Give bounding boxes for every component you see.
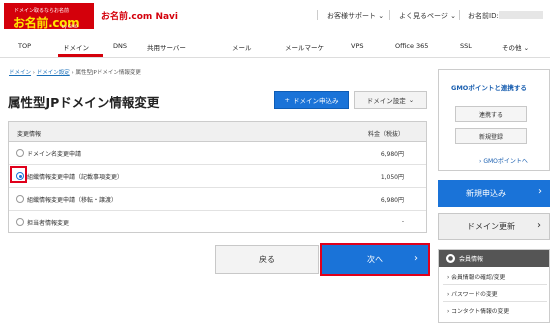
tab-other[interactable]: その他 ⌄ [502,42,529,52]
divider [459,10,460,20]
divider [317,10,318,20]
tab-top[interactable]: TOP [18,42,31,50]
change-options-table: 変更情報 料金（税抜） ドメイン名変更申請 6,980円 組織情報変更申請（記載… [8,121,427,233]
breadcrumb-domain-settings[interactable]: ドメイン設定 [37,70,70,76]
member-panel-header: ● 会員情報 [439,250,549,267]
main-nav: TOP ドメイン DNS 共用サーバー メール メールマーケ VPS Offic… [0,36,550,58]
option-label: 組織情報変更申請（移転・譲渡） [27,197,118,204]
chevron-right-icon: › [538,186,542,197]
option-label: 担当者情報変更 [27,220,70,227]
link-account-button[interactable]: 連携する [455,106,527,122]
table-row[interactable]: 組織情報変更申請（記載事項変更） 1,050円 [9,165,426,188]
domain-apply-button[interactable]: + ドメイン申込み [274,91,349,109]
next-highlight [320,243,430,276]
radio-button[interactable] [16,149,24,157]
domain-settings-button[interactable]: ドメイン設定 ⌄ [354,91,427,109]
register-button[interactable]: 新規登録 [455,128,527,144]
logo-tagline: ドメイン取るならお名前 [14,8,70,14]
active-tab-indicator [58,54,103,57]
divider [443,301,547,302]
plus-icon: + [284,96,290,104]
contact-change-link[interactable]: › コンタクト情報の変更 [447,306,509,315]
table-header: 変更情報 料金（税抜） [9,122,426,142]
chevron-right-icon: › [537,220,541,231]
user-id-redacted [499,11,543,19]
onamae-logo[interactable]: ドメイン取るならお名前 お名前.com by GMO [4,3,94,30]
radio-button[interactable] [16,218,24,226]
gmo-panel-title: GMOポイントと連携する [451,84,527,92]
header-price: 料金（税抜） [367,131,404,138]
user-id-label: お名前ID: [468,12,499,20]
option-price: - [401,218,404,225]
radio-button[interactable] [16,195,24,203]
tab-ssl[interactable]: SSL [460,42,472,50]
tab-vps[interactable]: VPS [351,42,364,50]
header-change-info: 変更情報 [17,131,42,138]
option-label: ドメイン名変更申請 [27,151,82,158]
gmo-point-link[interactable]: › GMOポイントへ [479,156,528,165]
page-title: 属性型JPドメイン情報変更 [8,95,160,110]
gmo-point-panel: GMOポイントと連携する 連携する 新規登録 › GMOポイントへ [438,69,550,171]
tab-office365[interactable]: Office 365 [395,42,428,50]
tab-dns[interactable]: DNS [113,42,127,50]
header: ドメイン取るならお名前 お名前.com by GMO お名前.com Navi … [0,0,550,34]
table-row[interactable]: 組織情報変更申請（移転・譲渡） 6,980円 [9,188,426,211]
tab-mail-marketing[interactable]: メールマーケ [285,42,324,52]
option-price: 1,050円 [380,174,404,181]
member-info-link[interactable]: › 会員情報の確認/変更 [447,272,505,281]
member-info-panel: ● 会員情報 › 会員情報の確認/変更 › パスワードの変更 › コンタクト情報… [438,249,550,323]
back-button[interactable]: 戻る [215,245,319,274]
option-price: 6,980円 [380,151,404,158]
chevron-down-icon: ⌄ [408,96,415,104]
breadcrumb: ドメイン › ドメイン設定 › 属性型JPドメイン情報変更 [9,68,141,76]
breadcrumb-current: 属性型JPドメイン情報変更 [75,70,141,76]
support-link[interactable]: お客様サポート ⌄ [327,11,384,21]
tab-mail[interactable]: メール [232,42,252,52]
faq-link[interactable]: よく見るページ ⌄ [399,11,456,21]
option-label: 組織情報変更申請（記載事項変更） [27,174,124,181]
table-row[interactable]: ドメイン名変更申請 6,980円 [9,142,426,165]
divider [389,10,390,20]
option-price: 6,980円 [380,197,404,204]
logo-sub: by GMO [62,24,78,29]
tab-domain[interactable]: ドメイン [63,42,89,52]
tab-shared-server[interactable]: 共用サーバー [147,42,186,52]
user-icon: ● [446,254,455,263]
table-row[interactable]: 担当者情報変更 - [9,211,426,234]
domain-renew-button[interactable]: ドメイン更新 › [438,213,550,240]
new-application-button[interactable]: 新規申込み › [438,180,550,207]
password-change-link[interactable]: › パスワードの変更 [447,289,498,298]
divider [443,284,547,285]
selection-highlight [10,166,27,183]
breadcrumb-domain[interactable]: ドメイン [9,70,31,76]
navi-title: お名前.com Navi [101,12,179,22]
member-panel-title: 会員情報 [459,256,484,263]
